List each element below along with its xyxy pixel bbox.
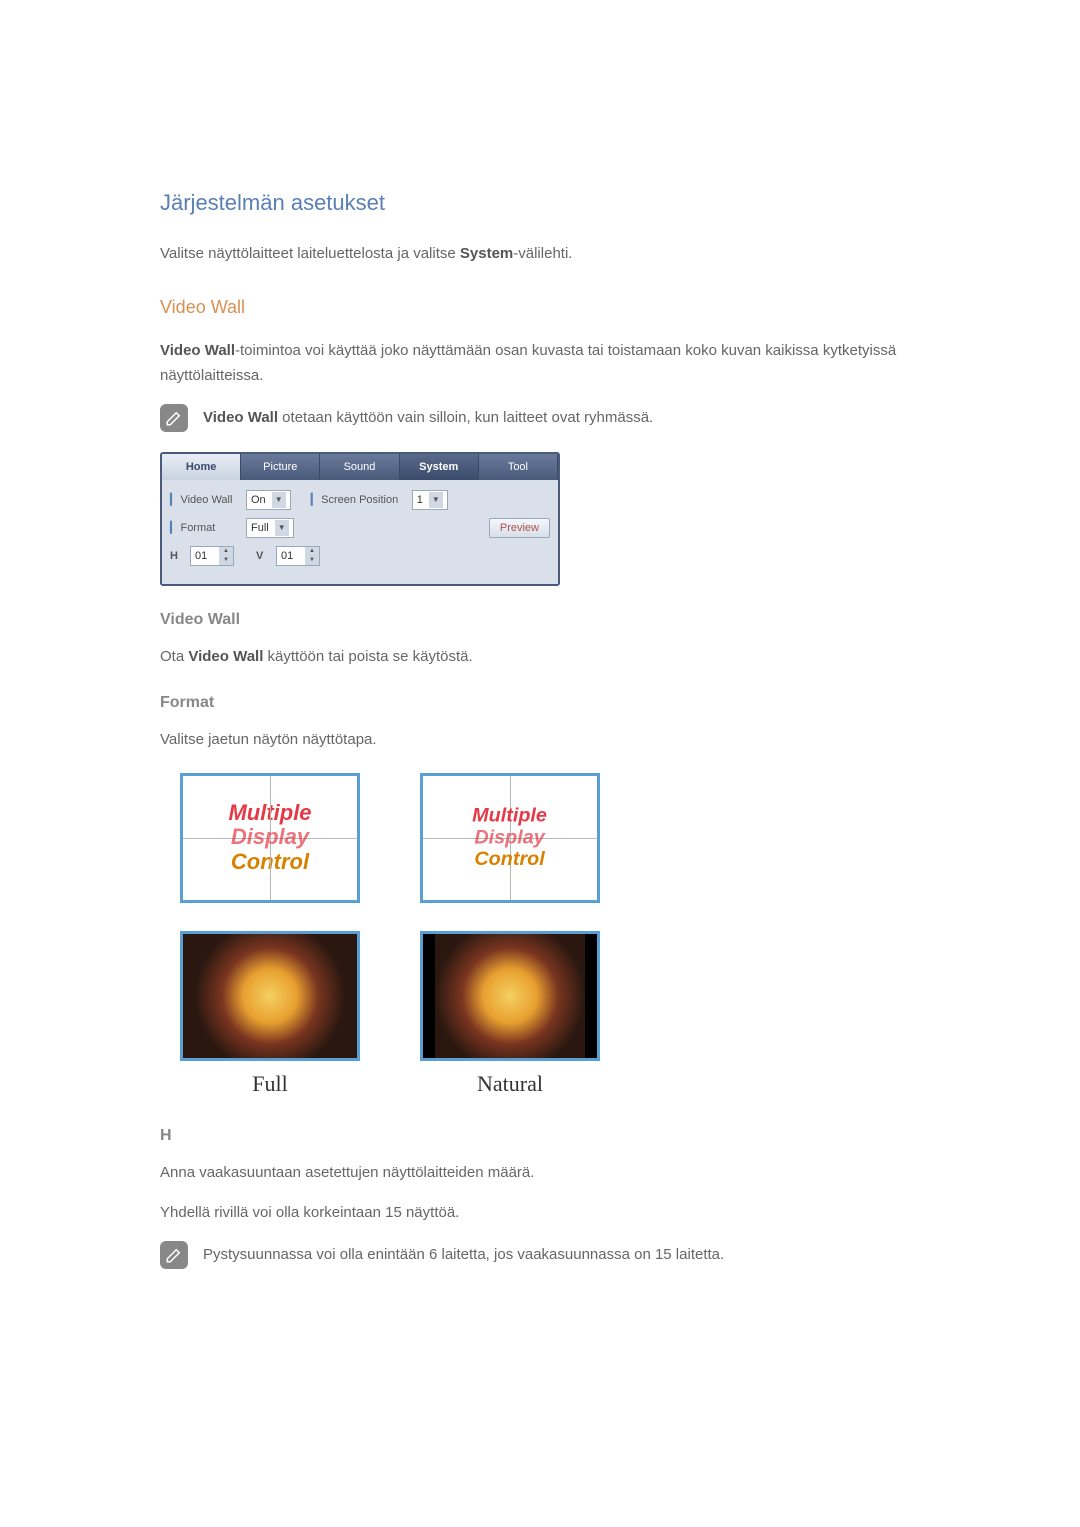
mdc-line3: Control — [473, 848, 548, 870]
vw-toggle-pre: Ota — [160, 648, 188, 665]
preview-button[interactable]: Preview — [489, 518, 550, 538]
intro-text: Valitse näyttölaitteet laiteluettelosta … — [160, 241, 920, 267]
h-spinner[interactable]: 01 ▲▼ — [190, 546, 234, 566]
chevron-down-icon: ▼ — [275, 520, 289, 536]
vw-toggle-post: käyttöön tai poista se käytöstä. — [263, 648, 472, 665]
chevron-down-icon: ▼ — [429, 492, 443, 508]
h-desc1: Anna vaakasuuntaan asetettujen näyttölai… — [160, 1160, 920, 1186]
spinner-up-icon[interactable]: ▲ — [305, 547, 319, 556]
v-value: 01 — [277, 550, 305, 562]
format-full-label: Full — [180, 1071, 360, 1097]
h-value: 01 — [191, 550, 219, 562]
format-full-photo-image — [180, 931, 360, 1061]
intro-bold: System — [460, 245, 513, 262]
format-value: Full — [251, 522, 269, 534]
h-note-text: Pystysuunnassa voi olla enintään 6 laite… — [203, 1246, 724, 1263]
tab-home[interactable]: Home — [162, 454, 241, 480]
video-wall-dropdown[interactable]: On ▼ — [246, 490, 291, 510]
h-note: Pystysuunnassa voi olla enintään 6 laite… — [160, 1241, 920, 1269]
subheading-video-wall: Video Wall — [160, 611, 920, 629]
mdc-line2: Display — [228, 825, 311, 849]
video-wall-value: On — [251, 494, 266, 506]
format-natural-text-image: Multiple Display Control — [420, 773, 600, 903]
mdc-line2: Display — [473, 827, 548, 849]
system-settings-panel: Home Picture Sound System Tool Video Wal… — [160, 452, 560, 586]
panel-body: Video Wall On ▼ Screen Position 1 ▼ Form… — [162, 480, 558, 584]
video-wall-description: Video Wall-toimintoa voi käyttää joko nä… — [160, 338, 920, 389]
format-natural-photo-image — [420, 931, 600, 1061]
heading-video-wall: Video Wall — [160, 297, 920, 318]
format-natural-label: Natural — [420, 1071, 600, 1097]
vw-desc-bold: Video Wall — [160, 342, 235, 359]
mdc-line1: Multiple — [473, 805, 548, 827]
tab-sound[interactable]: Sound — [320, 454, 399, 480]
vw-note-rest: otetaan käyttöön vain silloin, kun laitt… — [278, 409, 653, 426]
spinner-down-icon[interactable]: ▼ — [305, 556, 319, 565]
screen-position-dropdown[interactable]: 1 ▼ — [412, 490, 448, 510]
tab-tool[interactable]: Tool — [479, 454, 558, 480]
screen-position-value: 1 — [417, 494, 423, 506]
vw-note-bold: Video Wall — [203, 409, 278, 426]
format-full-text-image: Multiple Display Control — [180, 773, 360, 903]
format-desc: Valitse jaetun näytön näyttötapa. — [160, 727, 920, 753]
h-desc2: Yhdellä rivillä voi olla korkeintaan 15 … — [160, 1200, 920, 1226]
tab-system[interactable]: System — [400, 454, 479, 480]
spinner-down-icon[interactable]: ▼ — [219, 556, 233, 565]
panel-tabs: Home Picture Sound System Tool — [162, 454, 558, 480]
v-spinner[interactable]: 01 ▲▼ — [276, 546, 320, 566]
intro-pre: Valitse näyttölaitteet laiteluettelosta … — [160, 245, 460, 262]
subheading-format: Format — [160, 694, 920, 712]
tab-picture[interactable]: Picture — [241, 454, 320, 480]
pencil-note-icon — [160, 1241, 188, 1269]
chevron-down-icon: ▼ — [272, 492, 286, 508]
pencil-note-icon — [160, 404, 188, 432]
h-field-label: H — [170, 550, 184, 562]
v-field-label: V — [256, 550, 270, 562]
format-dropdown[interactable]: Full ▼ — [246, 518, 294, 538]
screen-position-label: Screen Position — [311, 493, 406, 506]
video-wall-field-label: Video Wall — [170, 493, 240, 506]
video-wall-note: Video Wall otetaan käyttöön vain silloin… — [160, 404, 920, 432]
vw-toggle-text: Ota Video Wall käyttöön tai poista se kä… — [160, 644, 920, 670]
vw-toggle-bold: Video Wall — [188, 648, 263, 665]
heading-system-settings: Järjestelmän asetukset — [160, 190, 920, 216]
intro-post: -välilehti. — [513, 245, 572, 262]
subheading-h: H — [160, 1127, 920, 1145]
note-text: Video Wall otetaan käyttöön vain silloin… — [203, 409, 653, 426]
format-field-label: Format — [170, 521, 240, 534]
vw-desc-rest: -toimintoa voi käyttää joko näyttämään o… — [160, 342, 896, 385]
spinner-up-icon[interactable]: ▲ — [219, 547, 233, 556]
format-examples: Multiple Display Control Multiple Displa… — [180, 773, 920, 1061]
